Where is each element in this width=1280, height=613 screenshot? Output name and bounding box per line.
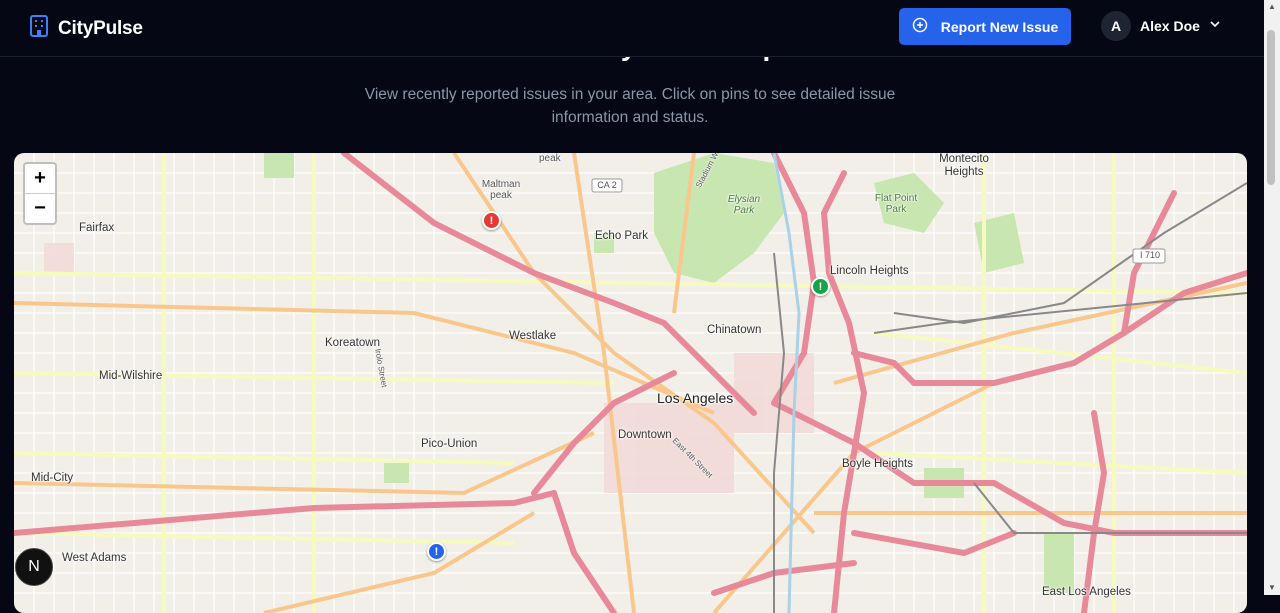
plus-circle-icon [912,17,928,36]
page-subtitle: View recently reported issues in your ar… [364,86,896,126]
issue-pin-green[interactable]: ! [811,277,830,296]
place-lincoln-heights: Lincoln Heights [830,265,909,277]
user-menu[interactable]: A Alex Doe [1101,11,1221,41]
place-mid-wilshire: Mid-Wilshire [99,370,163,382]
scroll-down-icon[interactable]: ▼ [1266,583,1278,593]
place-echo-park: Echo Park [595,230,649,242]
place-boyle-heights: Boyle Heights [842,458,913,470]
place-peak: peak [539,153,561,164]
place-westlake: Westlake [509,330,557,342]
place-flat-point-park: Flat Point Park [874,193,918,215]
scrollbar-thumb[interactable] [1267,30,1275,185]
map-tiles [14,153,1247,613]
place-maltman-peak: Maltman peak [481,179,521,201]
place-west-adams: West Adams [62,552,127,564]
issue-pin-blue[interactable]: ! [427,542,446,561]
place-elysian-park: Elysian Park [727,194,761,216]
issue-pin-red[interactable]: ! [482,211,501,230]
place-pico-union: Pico-Union [421,438,478,450]
place-chinatown: Chinatown [707,324,762,336]
issue-map[interactable]: + − Fairfax peak Maltman peak CA 2 I 710… [14,153,1247,613]
chevron-down-icon [1209,17,1221,35]
avatar: A [1101,11,1131,41]
place-los-angeles: Los Angeles [657,390,734,406]
place-montecito-heights: Montecito Heights [939,153,989,178]
zoom-in-button[interactable]: + [25,164,55,194]
top-header: CityPulse Report New Issue A Alex Doe [0,0,1264,57]
place-fairfax: Fairfax [79,222,115,234]
zoom-out-button[interactable]: − [25,194,55,223]
place-east-los-angeles: East Los Angeles [1042,586,1131,598]
n-badge[interactable]: N [15,548,53,586]
place-koreatown: Koreatown [325,337,380,349]
place-downtown: Downtown [618,429,672,441]
place-mid-city: Mid-City [31,472,74,484]
report-button-label: Report New Issue [940,18,1059,35]
report-new-issue-button[interactable]: Report New Issue [899,8,1071,45]
shield-i710: I 710 [1139,250,1161,260]
user-name: Alex Doe [1140,18,1200,34]
scroll-up-icon[interactable]: ▲ [1266,2,1278,12]
building-icon [30,15,48,42]
brand[interactable]: CityPulse [30,15,143,42]
brand-name: CityPulse [58,17,143,39]
shield-ca2: CA 2 [597,180,617,190]
zoom-control: + − [23,162,57,225]
